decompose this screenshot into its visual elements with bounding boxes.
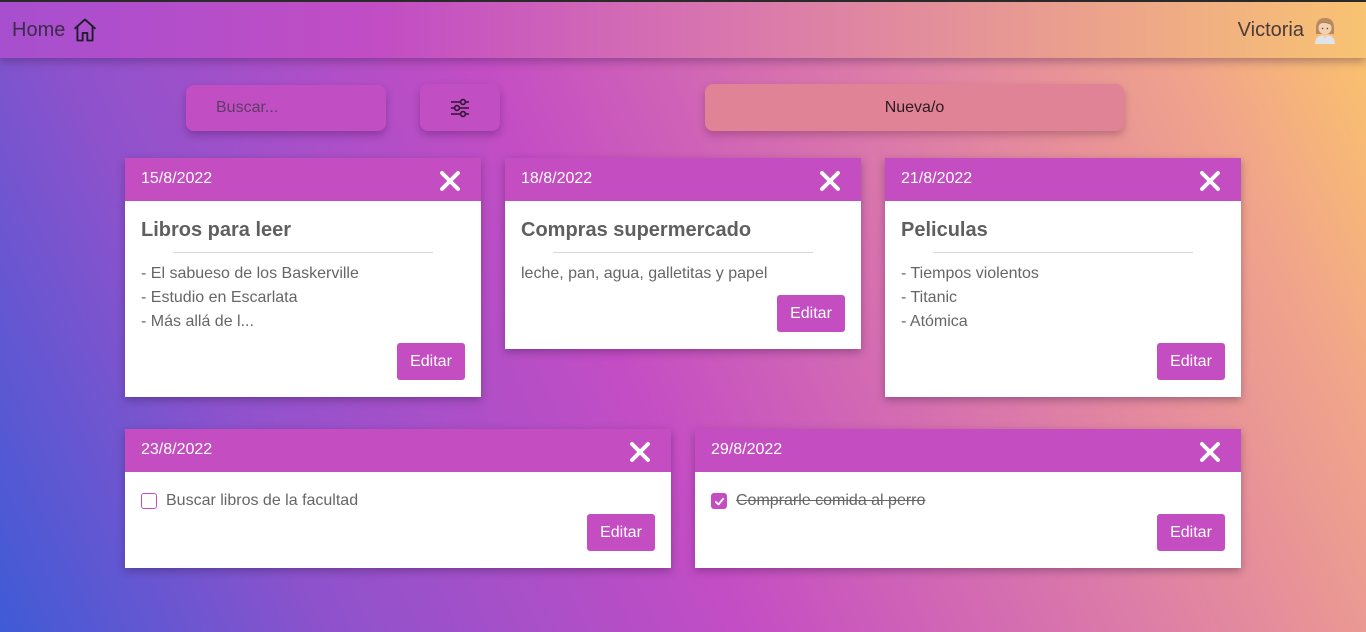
note-card: 21/8/2022 Peliculas - Tiempos violentos … xyxy=(885,158,1241,397)
card-date: 23/8/2022 xyxy=(141,441,213,458)
task-label: Comprarle comida al perro xyxy=(736,492,926,509)
note-card: 15/8/2022 Libros para leer - El sabueso … xyxy=(125,158,481,397)
edit-button[interactable]: Editar xyxy=(397,343,465,380)
filter-button[interactable] xyxy=(420,84,500,131)
note-line: - Tiempos violentos xyxy=(901,265,1039,282)
home-icon xyxy=(74,18,97,42)
card-header: 15/8/2022 xyxy=(125,158,481,201)
close-icon[interactable] xyxy=(819,170,841,192)
edit-label: Editar xyxy=(600,523,642,541)
card-header: 18/8/2022 xyxy=(505,158,861,201)
edit-button[interactable]: Editar xyxy=(587,514,655,551)
task-item: Comprarle comida al perro xyxy=(711,472,1225,510)
edit-label: Editar xyxy=(790,304,832,322)
card-date: 15/8/2022 xyxy=(141,170,213,187)
edit-label: Editar xyxy=(410,352,452,370)
card-header: 21/8/2022 xyxy=(885,158,1241,201)
close-icon[interactable] xyxy=(629,441,651,463)
note-line: - Titanic xyxy=(901,289,958,306)
new-note-button[interactable]: Nueva/o xyxy=(705,84,1124,131)
card-title: Compras supermercado xyxy=(521,219,752,241)
search-input[interactable] xyxy=(186,85,386,131)
task-label: Buscar libros de la facultad xyxy=(166,492,359,509)
divider xyxy=(933,252,1193,253)
card-header: 29/8/2022 xyxy=(695,429,1241,472)
edit-button[interactable]: Editar xyxy=(777,295,845,332)
user-menu[interactable]: Victoria xyxy=(1238,16,1338,44)
card-date: 18/8/2022 xyxy=(521,170,593,187)
edit-label: Editar xyxy=(1170,352,1212,370)
home-link[interactable]: Home xyxy=(12,16,99,44)
new-note-label: Nueva/o xyxy=(884,98,945,116)
divider xyxy=(173,252,433,253)
card-title: Peliculas xyxy=(901,219,988,241)
close-icon[interactable] xyxy=(1199,170,1221,192)
task-checkbox[interactable] xyxy=(141,493,157,509)
card-date: 29/8/2022 xyxy=(711,441,783,458)
user-name: Victoria xyxy=(1237,18,1304,41)
note-line: - Estudio en Escarlata xyxy=(141,289,298,306)
note-card: 18/8/2022 Compras supermercado leche, pa… xyxy=(505,158,861,349)
top-bar: Home Victoria xyxy=(0,0,1366,58)
home-label: Home xyxy=(12,18,66,41)
task-card: 29/8/2022 Comprarle comida al perro Edit… xyxy=(695,429,1241,568)
close-icon[interactable] xyxy=(439,170,461,192)
task-card: 23/8/2022 Buscar libros de la facultad E… xyxy=(125,429,671,568)
task-item: Buscar libros de la facultad xyxy=(141,472,655,510)
note-line: leche, pan, agua, galletitas y papel xyxy=(521,265,768,282)
divider xyxy=(553,252,813,253)
note-line: - El sabueso de los Baskerville xyxy=(141,265,359,282)
edit-label: Editar xyxy=(1170,523,1212,541)
edit-button[interactable]: Editar xyxy=(1157,514,1225,551)
note-line: - Atómica xyxy=(901,313,968,330)
card-date: 21/8/2022 xyxy=(901,170,973,187)
checkmark-icon xyxy=(714,497,724,505)
card-title: Libros para leer xyxy=(141,219,292,241)
edit-button[interactable]: Editar xyxy=(1157,343,1225,380)
avatar-icon xyxy=(1315,18,1335,44)
card-header: 23/8/2022 xyxy=(125,429,671,472)
sliders-icon xyxy=(451,98,469,117)
task-checkbox[interactable] xyxy=(711,493,727,509)
close-icon[interactable] xyxy=(1199,441,1221,463)
note-line: - Más allá de l... xyxy=(141,313,254,330)
